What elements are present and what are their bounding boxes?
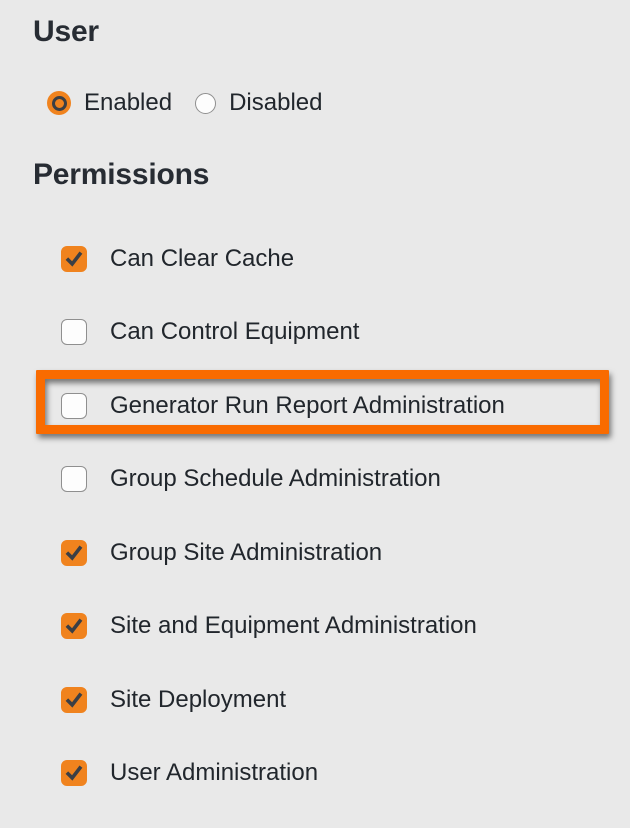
radio-option-enabled: Enabled	[47, 89, 172, 117]
can-control-equipment-checkbox[interactable]	[61, 319, 87, 345]
group-schedule-administration-checkbox[interactable]	[61, 466, 87, 492]
permission-label: User Administration	[110, 759, 318, 787]
checkmark-icon	[65, 691, 83, 709]
group-site-administration-checkbox[interactable]	[61, 540, 87, 566]
permission-row-generator-run-report-administration: Generator Run Report Administration	[0, 369, 630, 443]
checkmark-icon	[65, 764, 83, 782]
user-section-heading: User	[33, 14, 99, 50]
disabled-radio-label: Disabled	[229, 89, 322, 117]
can-clear-cache-checkbox[interactable]	[61, 246, 87, 272]
checkmark-icon	[65, 617, 83, 635]
permission-label: Group Schedule Administration	[110, 465, 441, 493]
user-permissions-panel: User Enabled Disabled Permissions Can Cl…	[0, 0, 630, 828]
permission-label: Site and Equipment Administration	[110, 612, 477, 640]
permission-label: Group Site Administration	[110, 539, 382, 567]
site-deployment-checkbox[interactable]	[61, 687, 87, 713]
checkmark-icon	[65, 544, 83, 562]
radio-option-disabled: Disabled	[195, 89, 322, 117]
user-administration-checkbox[interactable]	[61, 760, 87, 786]
permission-row-site-deployment: Site Deployment	[0, 663, 630, 737]
permissions-section-heading: Permissions	[33, 157, 209, 193]
enabled-radio-label: Enabled	[84, 89, 172, 117]
radio-selected-ring	[52, 96, 67, 111]
checkmark-icon	[65, 250, 83, 268]
permission-label: Can Control Equipment	[110, 318, 359, 346]
permission-row-group-schedule-administration: Group Schedule Administration	[0, 443, 630, 517]
permission-label: Generator Run Report Administration	[110, 392, 505, 420]
permission-label: Can Clear Cache	[110, 245, 294, 273]
permission-row-site-and-equipment-administration: Site and Equipment Administration	[0, 590, 630, 664]
permission-label: Site Deployment	[110, 686, 286, 714]
permission-row-group-site-administration: Group Site Administration	[0, 516, 630, 590]
user-status-radio-group: Enabled Disabled	[47, 87, 322, 119]
permission-row-can-clear-cache: Can Clear Cache	[0, 222, 630, 296]
enabled-radio[interactable]	[47, 91, 71, 115]
permissions-list: Can Clear Cache Can Control Equipment Ge…	[0, 222, 630, 810]
disabled-radio[interactable]	[195, 93, 216, 114]
site-and-equipment-administration-checkbox[interactable]	[61, 613, 87, 639]
permission-row-user-administration: User Administration	[0, 737, 630, 811]
generator-run-report-administration-checkbox[interactable]	[61, 393, 87, 419]
permission-row-can-control-equipment: Can Control Equipment	[0, 296, 630, 370]
